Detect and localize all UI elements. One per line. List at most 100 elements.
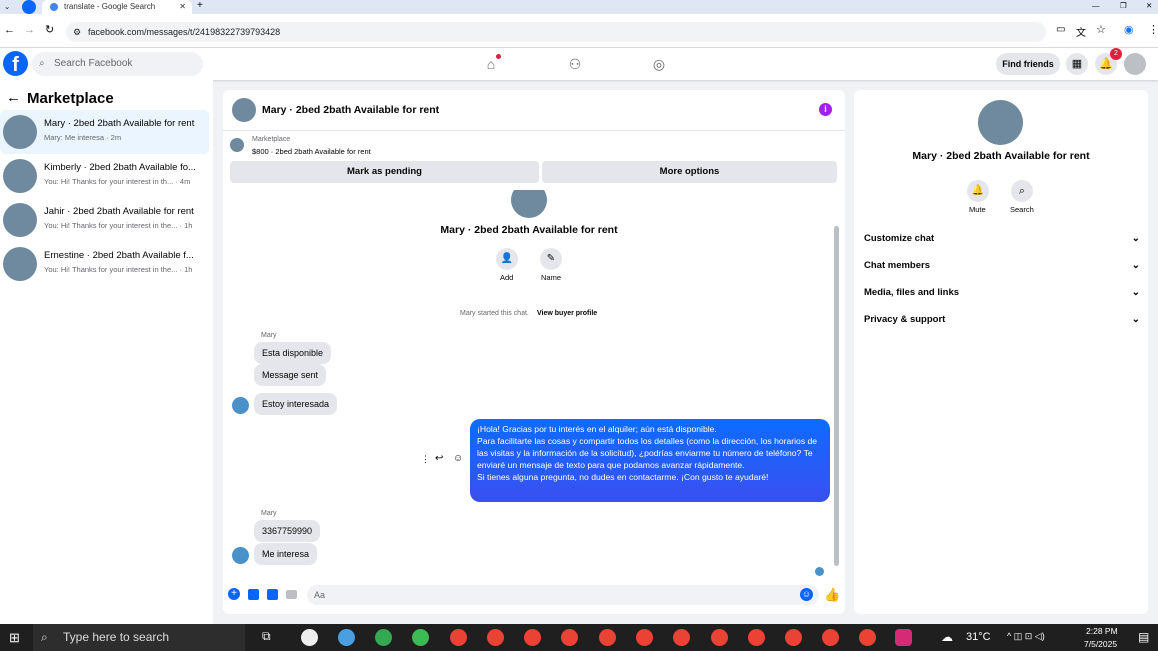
account-avatar[interactable]	[1124, 53, 1146, 75]
incoming-message[interactable]: Esta disponible	[254, 342, 332, 364]
conversation-item[interactable]: Kimberly · 2bed 2bath Available fo... Yo…	[0, 154, 209, 198]
chrome-icon[interactable]	[375, 629, 392, 646]
customize-chat-section[interactable]: Customize chat ⌄	[864, 233, 1140, 244]
tab-menu-icon[interactable]: ⌄	[4, 2, 10, 11]
back-arrow-icon[interactable]: ←	[6, 89, 21, 106]
chrome-icon[interactable]	[561, 629, 578, 646]
chrome-icon[interactable]	[748, 629, 765, 646]
forward-icon[interactable]: →	[24, 24, 35, 36]
chat-title[interactable]: Mary · 2bed 2bath Available for rent	[262, 104, 439, 116]
search-in-chat-icon[interactable]: ⌕	[1011, 180, 1033, 202]
facebook-tab-icon[interactable]	[22, 0, 36, 14]
notification-center-icon[interactable]: ▤	[1138, 630, 1149, 644]
task-view-icon[interactable]: ⧉	[262, 629, 271, 644]
attach-photo-icon[interactable]	[248, 589, 259, 600]
privacy-support-section[interactable]: Privacy & support ⌄	[864, 314, 1140, 325]
message-input[interactable]: Aa	[307, 585, 819, 605]
chrome-icon[interactable]	[487, 629, 504, 646]
app-icon[interactable]	[301, 629, 318, 646]
clock-date[interactable]: 7/5/2025	[1084, 639, 1117, 649]
incoming-message[interactable]: 3367759990	[254, 520, 321, 542]
edit-name-icon[interactable]: ✎	[540, 248, 562, 270]
message-more-icon[interactable]: ⋮	[421, 454, 430, 465]
gif-icon[interactable]	[286, 590, 297, 599]
emoji-icon[interactable]: ☺	[800, 588, 813, 601]
sender-avatar[interactable]	[232, 547, 249, 564]
section-label: Privacy & support	[864, 314, 946, 325]
add-label: Add	[500, 273, 514, 282]
scrollbar[interactable]	[834, 194, 839, 594]
chrome-icon[interactable]	[599, 629, 616, 646]
clock-time[interactable]: 2:28 PM	[1086, 626, 1118, 636]
back-icon[interactable]: ←	[4, 24, 15, 36]
taskbar-search-placeholder: Type here to search	[63, 630, 170, 644]
more-actions-plus-icon[interactable]: +	[228, 588, 240, 600]
system-tray-icons[interactable]: ^ ◫ ⊡ ◁)	[1007, 631, 1045, 642]
listing-price-title[interactable]: $800 · 2bed 2bath Available for rent	[252, 147, 371, 156]
media-files-links-section[interactable]: Media, files and links ⌄	[864, 287, 1140, 298]
chevron-down-icon: ⌄	[1131, 233, 1140, 244]
chrome-icon[interactable]	[711, 629, 728, 646]
center-chat-title: Mary · 2bed 2bath Available for rent	[440, 224, 618, 236]
restore-icon[interactable]: ❐	[1120, 1, 1127, 10]
chrome-icon[interactable]	[859, 629, 876, 646]
groups-icon[interactable]: ◎	[649, 54, 669, 74]
friends-icon[interactable]: ⚇	[565, 54, 585, 74]
conversation-snippet: You: Hi! Thanks for your interest in th.…	[44, 177, 191, 186]
minimize-icon[interactable]: —	[1092, 1, 1100, 10]
sender-avatar[interactable]	[232, 397, 249, 414]
app-icon[interactable]	[338, 629, 355, 646]
chat-members-section[interactable]: Chat members ⌄	[864, 260, 1140, 271]
conversation-item[interactable]: Jahir · 2bed 2bath Available for rent Yo…	[0, 198, 209, 242]
browser-tab-google[interactable]: translate - Google Search ✕	[42, 0, 192, 14]
like-thumb-icon[interactable]: 👍	[824, 587, 840, 603]
incoming-message[interactable]: Estoy interesada	[254, 393, 338, 415]
chat-avatar[interactable]	[232, 98, 256, 122]
taskbar-search-input[interactable]: ⌕ Type here to search	[33, 624, 245, 651]
weather-temp[interactable]: 31°C	[966, 631, 991, 643]
chrome-icon[interactable]	[785, 629, 802, 646]
menu-grid-icon[interactable]: ▦	[1066, 53, 1088, 75]
react-icon[interactable]: ☺	[453, 453, 463, 464]
listing-thumbnail	[3, 115, 37, 149]
more-options-button[interactable]: More options	[542, 161, 837, 183]
chrome-icon[interactable]	[524, 629, 541, 646]
incoming-message[interactable]: Me interesa	[254, 543, 318, 565]
conversation-title: Ernestine · 2bed 2bath Available f...	[44, 250, 194, 261]
reload-icon[interactable]: ↻	[45, 23, 54, 36]
chrome-icon[interactable]	[450, 629, 467, 646]
windows-start-icon[interactable]: ⊞	[9, 630, 20, 646]
url-input[interactable]: ⚙ facebook.com/messages/t/24198322739793…	[66, 22, 1046, 42]
new-tab-icon[interactable]: +	[197, 0, 203, 11]
facebook-logo-icon[interactable]: f	[3, 51, 28, 76]
bookmark-star-icon[interactable]: ☆	[1096, 23, 1106, 36]
reply-icon[interactable]: ↩	[435, 453, 443, 464]
chrome-icon[interactable]	[822, 629, 839, 646]
chrome-icon[interactable]	[673, 629, 690, 646]
incoming-message[interactable]: Message sent	[254, 364, 327, 386]
close-window-icon[interactable]: ✕	[1146, 1, 1152, 10]
conversation-item[interactable]: Ernestine · 2bed 2bath Available f... Yo…	[0, 242, 209, 286]
chrome-icon[interactable]	[636, 629, 653, 646]
find-friends-button[interactable]: Find friends	[996, 53, 1060, 75]
add-person-icon[interactable]: 👤	[496, 248, 518, 270]
site-info-icon[interactable]: ⚙	[73, 22, 81, 42]
mark-as-pending-button[interactable]: Mark as pending	[230, 161, 539, 183]
conversation-item[interactable]: Mary · 2bed 2bath Available for rent Mar…	[0, 110, 209, 154]
view-buyer-profile-link[interactable]: View buyer profile	[537, 310, 597, 317]
sticker-icon[interactable]	[267, 589, 278, 600]
translate-icon[interactable]: 文	[1076, 24, 1086, 39]
info-icon[interactable]: i	[819, 103, 832, 116]
outgoing-message[interactable]: ¡Hola! Gracias por tu interés en el alqu…	[470, 419, 830, 502]
more-menu-icon[interactable]: ⋮	[1148, 23, 1158, 36]
instagram-icon[interactable]	[895, 629, 912, 646]
cast-icon[interactable]: ▭	[1056, 24, 1065, 35]
search-facebook-input[interactable]: ⌕ Search Facebook	[32, 52, 203, 76]
outgoing-line: Si tienes alguna pregunta, no dudes en c…	[477, 472, 769, 482]
app-icon[interactable]	[412, 629, 429, 646]
scrollbar-thumb[interactable]	[834, 226, 839, 566]
mute-bell-icon[interactable]: 🔔	[967, 180, 989, 202]
profile-icon[interactable]: ◉	[1124, 23, 1134, 36]
close-tab-icon[interactable]: ✕	[179, 0, 186, 14]
listing-avatar[interactable]	[978, 100, 1023, 145]
